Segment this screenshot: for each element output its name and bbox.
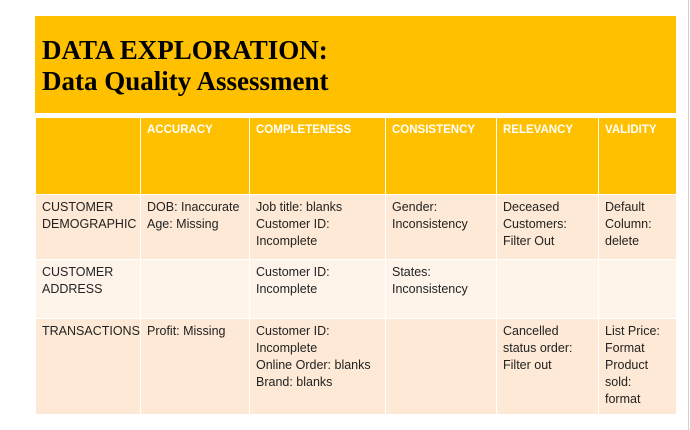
table-header-row: ACCURACY COMPLETENESS CONSISTENCY RELEVA… — [35, 117, 677, 195]
table-cell: DOB: Inaccurate Age: Missing — [140, 194, 250, 260]
table-row: TRANSACTIONS Profit: Missing Customer ID… — [35, 318, 677, 415]
slide-subtitle: Data Quality Assessment — [42, 66, 329, 96]
table-cell: List Price: Format Product sold: format — [598, 318, 677, 415]
cell-text: format — [605, 392, 641, 406]
table-cell: Customer ID: Incomplete Online Order: bl… — [249, 318, 386, 415]
slide-title: DATA EXPLORATION: — [42, 35, 328, 65]
cell-text: Incomplete — [256, 282, 318, 296]
table-row: CUSTOMER DEMOGRAPHIC DOB: Inaccurate Age… — [35, 194, 677, 260]
cell-text: Filter out — [503, 358, 552, 372]
cell-text: Online Order: blanks — [256, 358, 371, 372]
table-cell: Profit: Missing — [140, 318, 250, 415]
cell-text: Cancelled — [503, 324, 559, 338]
table-cell: CUSTOMER DEMOGRAPHIC — [35, 194, 141, 260]
cell-text: States: — [392, 265, 431, 279]
cell-text: DEMOGRAPHIC — [42, 217, 137, 231]
table-cell: Customer ID: Incomplete — [249, 259, 386, 319]
cell-text: Customer ID: — [256, 217, 330, 231]
table-cell-empty — [385, 318, 497, 415]
cell-text: Incomplete — [256, 234, 318, 248]
cell-text: Deceased — [503, 200, 560, 214]
cell-text: Incomplete — [256, 341, 318, 355]
header-cell-consistency: CONSISTENCY — [385, 117, 497, 195]
title-banner: DATA EXPLORATION: Data Quality Assessmen… — [35, 16, 676, 113]
table-row: CUSTOMER ADDRESS Customer ID: Incomplete… — [35, 259, 677, 319]
table-cell: Job title: blanks Customer ID: Incomplet… — [249, 194, 386, 260]
cell-text: Default — [605, 200, 645, 214]
cell-text: Inconsistency — [392, 217, 468, 231]
cell-text: status order: — [503, 341, 573, 355]
cell-text: CUSTOMER — [42, 265, 114, 279]
quality-assessment-table: ACCURACY COMPLETENESS CONSISTENCY RELEVA… — [35, 117, 677, 415]
cell-text: Brand: blanks — [256, 375, 333, 389]
cell-text: Job title: blanks — [256, 200, 343, 214]
table-cell: TRANSACTIONS — [35, 318, 141, 415]
slide: DATA EXPLORATION: Data Quality Assessmen… — [35, 16, 677, 415]
cell-text: sold: — [605, 375, 632, 389]
cell-text: Customer ID: — [256, 324, 330, 338]
cell-text: Customer ID: — [256, 265, 330, 279]
header-cell-completeness: COMPLETENESS — [249, 117, 386, 195]
cell-text: delete — [605, 234, 640, 248]
table-cell: Deceased Customers: Filter Out — [496, 194, 599, 260]
cell-text: Inconsistency — [392, 282, 468, 296]
cell-text: Product — [605, 358, 649, 372]
table-cell: States: Inconsistency — [385, 259, 497, 319]
table-cell: Gender: Inconsistency — [385, 194, 497, 260]
table-cell: Cancelled status order: Filter out — [496, 318, 599, 415]
header-cell-empty — [35, 117, 141, 195]
cell-text: Profit: Missing — [147, 324, 226, 338]
table-cell-empty — [140, 259, 250, 319]
header-cell-accuracy: ACCURACY — [140, 117, 250, 195]
cell-text: ADDRESS — [42, 282, 103, 296]
table-cell: Default Column: delete — [598, 194, 677, 260]
cell-text: Gender: — [392, 200, 438, 214]
table-cell-empty — [496, 259, 599, 319]
cell-text: List Price: — [605, 324, 660, 338]
table-cell-empty — [598, 259, 677, 319]
cell-text: DOB: Inaccurate — [147, 200, 240, 214]
cell-text: TRANSACTIONS — [42, 324, 140, 338]
page-edge-divider — [688, 0, 689, 430]
cell-text: Age: Missing — [147, 217, 219, 231]
cell-text: CUSTOMER — [42, 200, 114, 214]
cell-text: Format — [605, 341, 645, 355]
table-cell: CUSTOMER ADDRESS — [35, 259, 141, 319]
cell-text: Filter Out — [503, 234, 555, 248]
cell-text: Customers: — [503, 217, 567, 231]
cell-text: Column: — [605, 217, 652, 231]
header-cell-validity: VALIDITY — [598, 117, 677, 195]
header-cell-relevancy: RELEVANCY — [496, 117, 599, 195]
